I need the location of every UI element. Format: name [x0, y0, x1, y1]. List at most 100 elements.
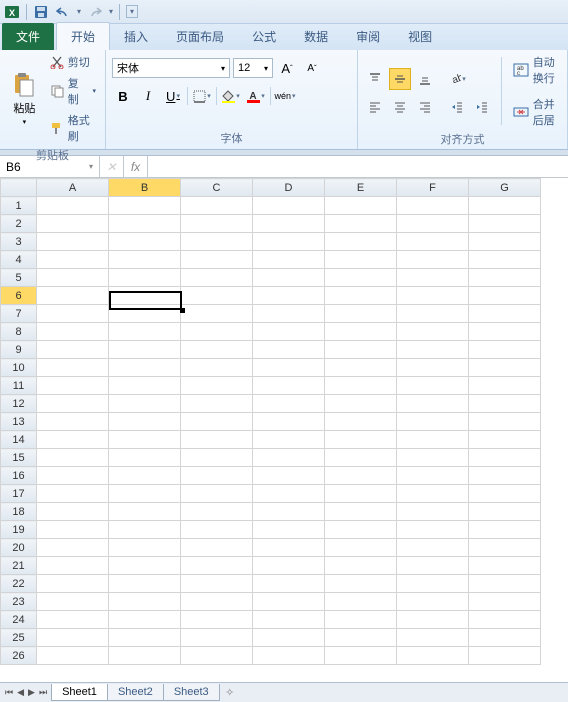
cell[interactable] [325, 431, 397, 449]
spreadsheet-grid[interactable]: ABCDEFG123456789101112131415161718192021… [0, 178, 568, 665]
cell[interactable] [37, 341, 109, 359]
cell[interactable] [181, 449, 253, 467]
orientation-button[interactable]: ab [446, 68, 468, 90]
column-header[interactable]: F [397, 179, 469, 197]
cell[interactable] [325, 647, 397, 665]
align-left-button[interactable] [364, 96, 386, 118]
qat-customize-dropdown[interactable]: ▾ [126, 5, 138, 18]
cell[interactable] [253, 341, 325, 359]
row-header[interactable]: 1 [1, 197, 37, 215]
redo-icon[interactable] [87, 4, 103, 20]
undo-dropdown[interactable]: ▾ [77, 7, 81, 16]
cell[interactable] [109, 611, 181, 629]
cell[interactable] [109, 377, 181, 395]
column-header[interactable]: C [181, 179, 253, 197]
cell[interactable] [397, 233, 469, 251]
row-header[interactable]: 9 [1, 341, 37, 359]
row-header[interactable]: 20 [1, 539, 37, 557]
cell[interactable] [397, 287, 469, 305]
cell[interactable] [37, 233, 109, 251]
column-header[interactable]: G [469, 179, 541, 197]
cell[interactable] [469, 431, 541, 449]
cell[interactable] [325, 503, 397, 521]
cell[interactable] [37, 575, 109, 593]
cell[interactable] [181, 413, 253, 431]
cell[interactable] [37, 647, 109, 665]
cell[interactable] [469, 575, 541, 593]
cell[interactable] [469, 233, 541, 251]
cell[interactable] [37, 557, 109, 575]
cell[interactable] [181, 323, 253, 341]
cell[interactable] [109, 341, 181, 359]
decrease-indent-button[interactable] [446, 96, 468, 118]
cell[interactable] [37, 251, 109, 269]
cell[interactable] [37, 539, 109, 557]
cell[interactable] [181, 215, 253, 233]
cell[interactable] [325, 251, 397, 269]
cell[interactable] [397, 539, 469, 557]
cell[interactable] [37, 593, 109, 611]
cell[interactable] [325, 233, 397, 251]
cell[interactable] [253, 575, 325, 593]
cell[interactable] [469, 503, 541, 521]
font-color-button[interactable]: A [245, 85, 267, 107]
increase-indent-button[interactable] [471, 96, 493, 118]
merge-center-button[interactable]: 合并后居 [510, 95, 561, 129]
cell[interactable] [37, 611, 109, 629]
column-header[interactable]: B [109, 179, 181, 197]
align-right-button[interactable] [414, 96, 436, 118]
cell[interactable] [181, 359, 253, 377]
cell[interactable] [325, 377, 397, 395]
cell[interactable] [181, 431, 253, 449]
cell[interactable] [397, 305, 469, 323]
cell[interactable] [253, 215, 325, 233]
row-header[interactable]: 6 [1, 287, 37, 305]
cell[interactable] [37, 359, 109, 377]
cancel-formula-button[interactable]: ✕ [100, 156, 124, 177]
cell[interactable] [325, 593, 397, 611]
column-header[interactable]: D [253, 179, 325, 197]
cell[interactable] [109, 359, 181, 377]
cell[interactable] [469, 467, 541, 485]
cell[interactable] [469, 287, 541, 305]
sheet-nav-first[interactable]: ⏮ [4, 687, 14, 698]
tab-formulas[interactable]: 公式 [238, 23, 290, 50]
phonetic-button[interactable]: wén [274, 85, 296, 107]
cell[interactable] [397, 629, 469, 647]
cell[interactable] [253, 557, 325, 575]
cell[interactable] [181, 251, 253, 269]
row-header[interactable]: 19 [1, 521, 37, 539]
copy-button[interactable]: 复制 ▾ [47, 74, 99, 108]
cell[interactable] [253, 593, 325, 611]
align-top-button[interactable] [364, 68, 386, 90]
cell[interactable] [37, 431, 109, 449]
cell[interactable] [325, 521, 397, 539]
row-header[interactable]: 16 [1, 467, 37, 485]
cell[interactable] [253, 503, 325, 521]
cell[interactable] [397, 431, 469, 449]
row-header[interactable]: 21 [1, 557, 37, 575]
cell[interactable] [37, 467, 109, 485]
cell[interactable] [469, 269, 541, 287]
cell[interactable] [397, 359, 469, 377]
cell[interactable] [469, 305, 541, 323]
align-bottom-button[interactable] [414, 68, 436, 90]
row-header[interactable]: 23 [1, 593, 37, 611]
cell[interactable] [253, 611, 325, 629]
row-header[interactable]: 12 [1, 395, 37, 413]
cell[interactable] [181, 467, 253, 485]
cut-button[interactable]: 剪切 [47, 53, 99, 71]
sheet-nav-next[interactable]: ▶ [27, 687, 36, 698]
font-name-combo[interactable]: 宋体 ▾ [112, 58, 230, 78]
cell[interactable] [181, 629, 253, 647]
cell[interactable] [325, 215, 397, 233]
cell[interactable] [325, 467, 397, 485]
row-header[interactable]: 11 [1, 377, 37, 395]
cell[interactable] [397, 413, 469, 431]
fx-button[interactable]: fx [124, 156, 148, 177]
redo-dropdown[interactable]: ▾ [109, 7, 113, 16]
row-header[interactable]: 26 [1, 647, 37, 665]
cell[interactable] [325, 323, 397, 341]
cell[interactable] [181, 269, 253, 287]
cell[interactable] [109, 269, 181, 287]
